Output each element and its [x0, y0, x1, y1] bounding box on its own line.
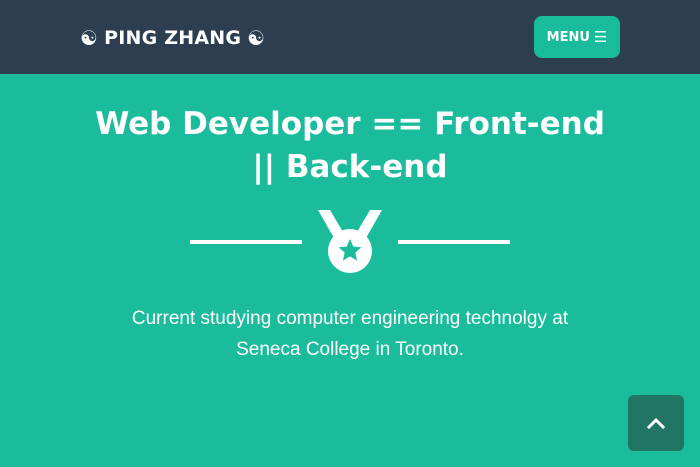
hero-description-line1: Current studying computer engineering te… — [131, 308, 569, 329]
hero-description: Current studying computer engineering te… — [100, 303, 600, 365]
divider-line-right — [398, 240, 510, 244]
navbar: ☯ PING ZHANG ☯ MENU ☰ — [0, 0, 700, 74]
menu-button[interactable]: MENU ☰ — [534, 16, 620, 58]
scroll-to-top-button[interactable] — [628, 395, 684, 451]
medal-star-icon — [318, 210, 382, 273]
divider-line-left — [190, 240, 302, 244]
brand-link[interactable]: ☯ PING ZHANG ☯ — [80, 24, 265, 52]
hero-title: Web Developer == Front-end || Back-end — [90, 103, 610, 189]
yin-yang-icon: ☯ — [247, 26, 266, 50]
hero-title-line1: Web Developer == Front-end — [95, 106, 605, 142]
hamburger-icon: ☰ — [593, 27, 608, 46]
hero-description-line2: Seneca College in Toronto. — [236, 339, 464, 360]
hero-title-line2: || Back-end — [252, 149, 448, 185]
hero-divider — [190, 207, 510, 273]
yin-yang-icon: ☯ — [80, 26, 99, 50]
menu-button-label: MENU — [546, 29, 590, 45]
chevron-up-icon — [647, 417, 665, 429]
brand-name: PING ZHANG — [104, 27, 242, 49]
